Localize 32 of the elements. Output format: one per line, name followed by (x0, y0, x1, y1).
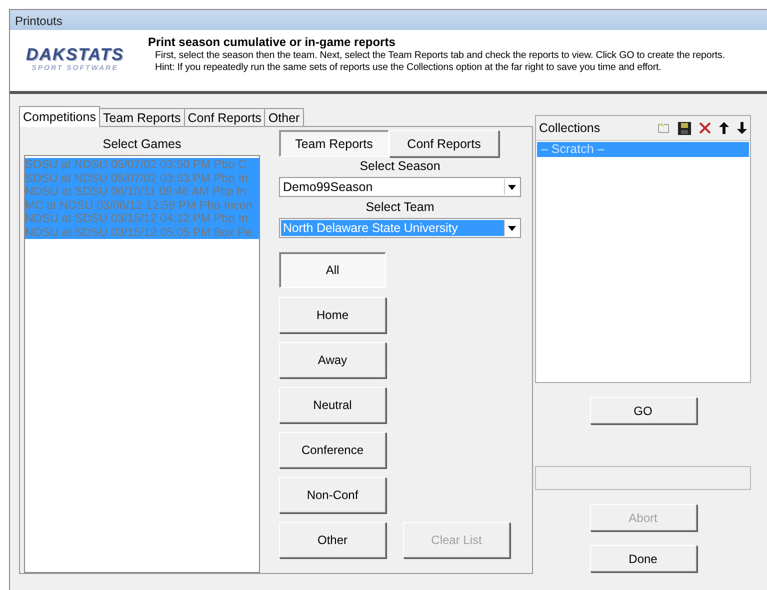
save-icon[interactable] (678, 122, 691, 134)
filter-button[interactable]: Neutral (279, 387, 386, 423)
up-arrow-icon[interactable] (719, 122, 729, 134)
report-tab[interactable]: Team Reports (279, 130, 389, 157)
dropdown-arrow-icon (504, 179, 519, 195)
select-games-label: Select Games (102, 137, 182, 151)
go-button[interactable]: GO (590, 397, 696, 424)
select-team-label: Select Team (364, 200, 436, 214)
filter-button[interactable]: Away (279, 342, 386, 378)
filter-button[interactable]: Home (279, 297, 386, 333)
filter-button[interactable]: Other (279, 522, 386, 558)
collections-title: Collections (539, 121, 600, 135)
header-heading: Print season cumulative or in-game reports (148, 35, 396, 49)
filter-button[interactable]: Conference (279, 432, 386, 468)
done-button[interactable]: Done (590, 545, 696, 572)
window-title: Printouts (15, 14, 62, 28)
delete-icon[interactable] (699, 122, 711, 134)
filter-button[interactable]: All (279, 252, 386, 288)
season-dropdown[interactable]: Demo99Season (279, 177, 521, 197)
select-season-label: Select Season (358, 159, 442, 173)
hint-text: Hint: If you repeatedly run the same sets of reports use the Collections option at the far right to save you time and effort. (154, 62, 662, 74)
filter-button[interactable]: Non-Conf (279, 477, 386, 513)
tab[interactable]: Other (264, 108, 304, 126)
tab[interactable]: Team Reports (98, 108, 185, 126)
logo-wordmark: DAKSTATS (26, 46, 124, 64)
dropdown-arrow-icon (504, 220, 519, 236)
tab[interactable]: Competitions (19, 106, 100, 127)
down-arrow-icon[interactable] (737, 122, 747, 134)
report-tab[interactable]: Conf Reports (389, 130, 499, 157)
instruction-text: First, select the season then the team. Next, select the Team Reports tab and check the reports to view. Click GO to create the reports. (154, 50, 725, 62)
new-icon[interactable] (657, 122, 670, 134)
tab[interactable]: Conf Reports (184, 108, 266, 126)
